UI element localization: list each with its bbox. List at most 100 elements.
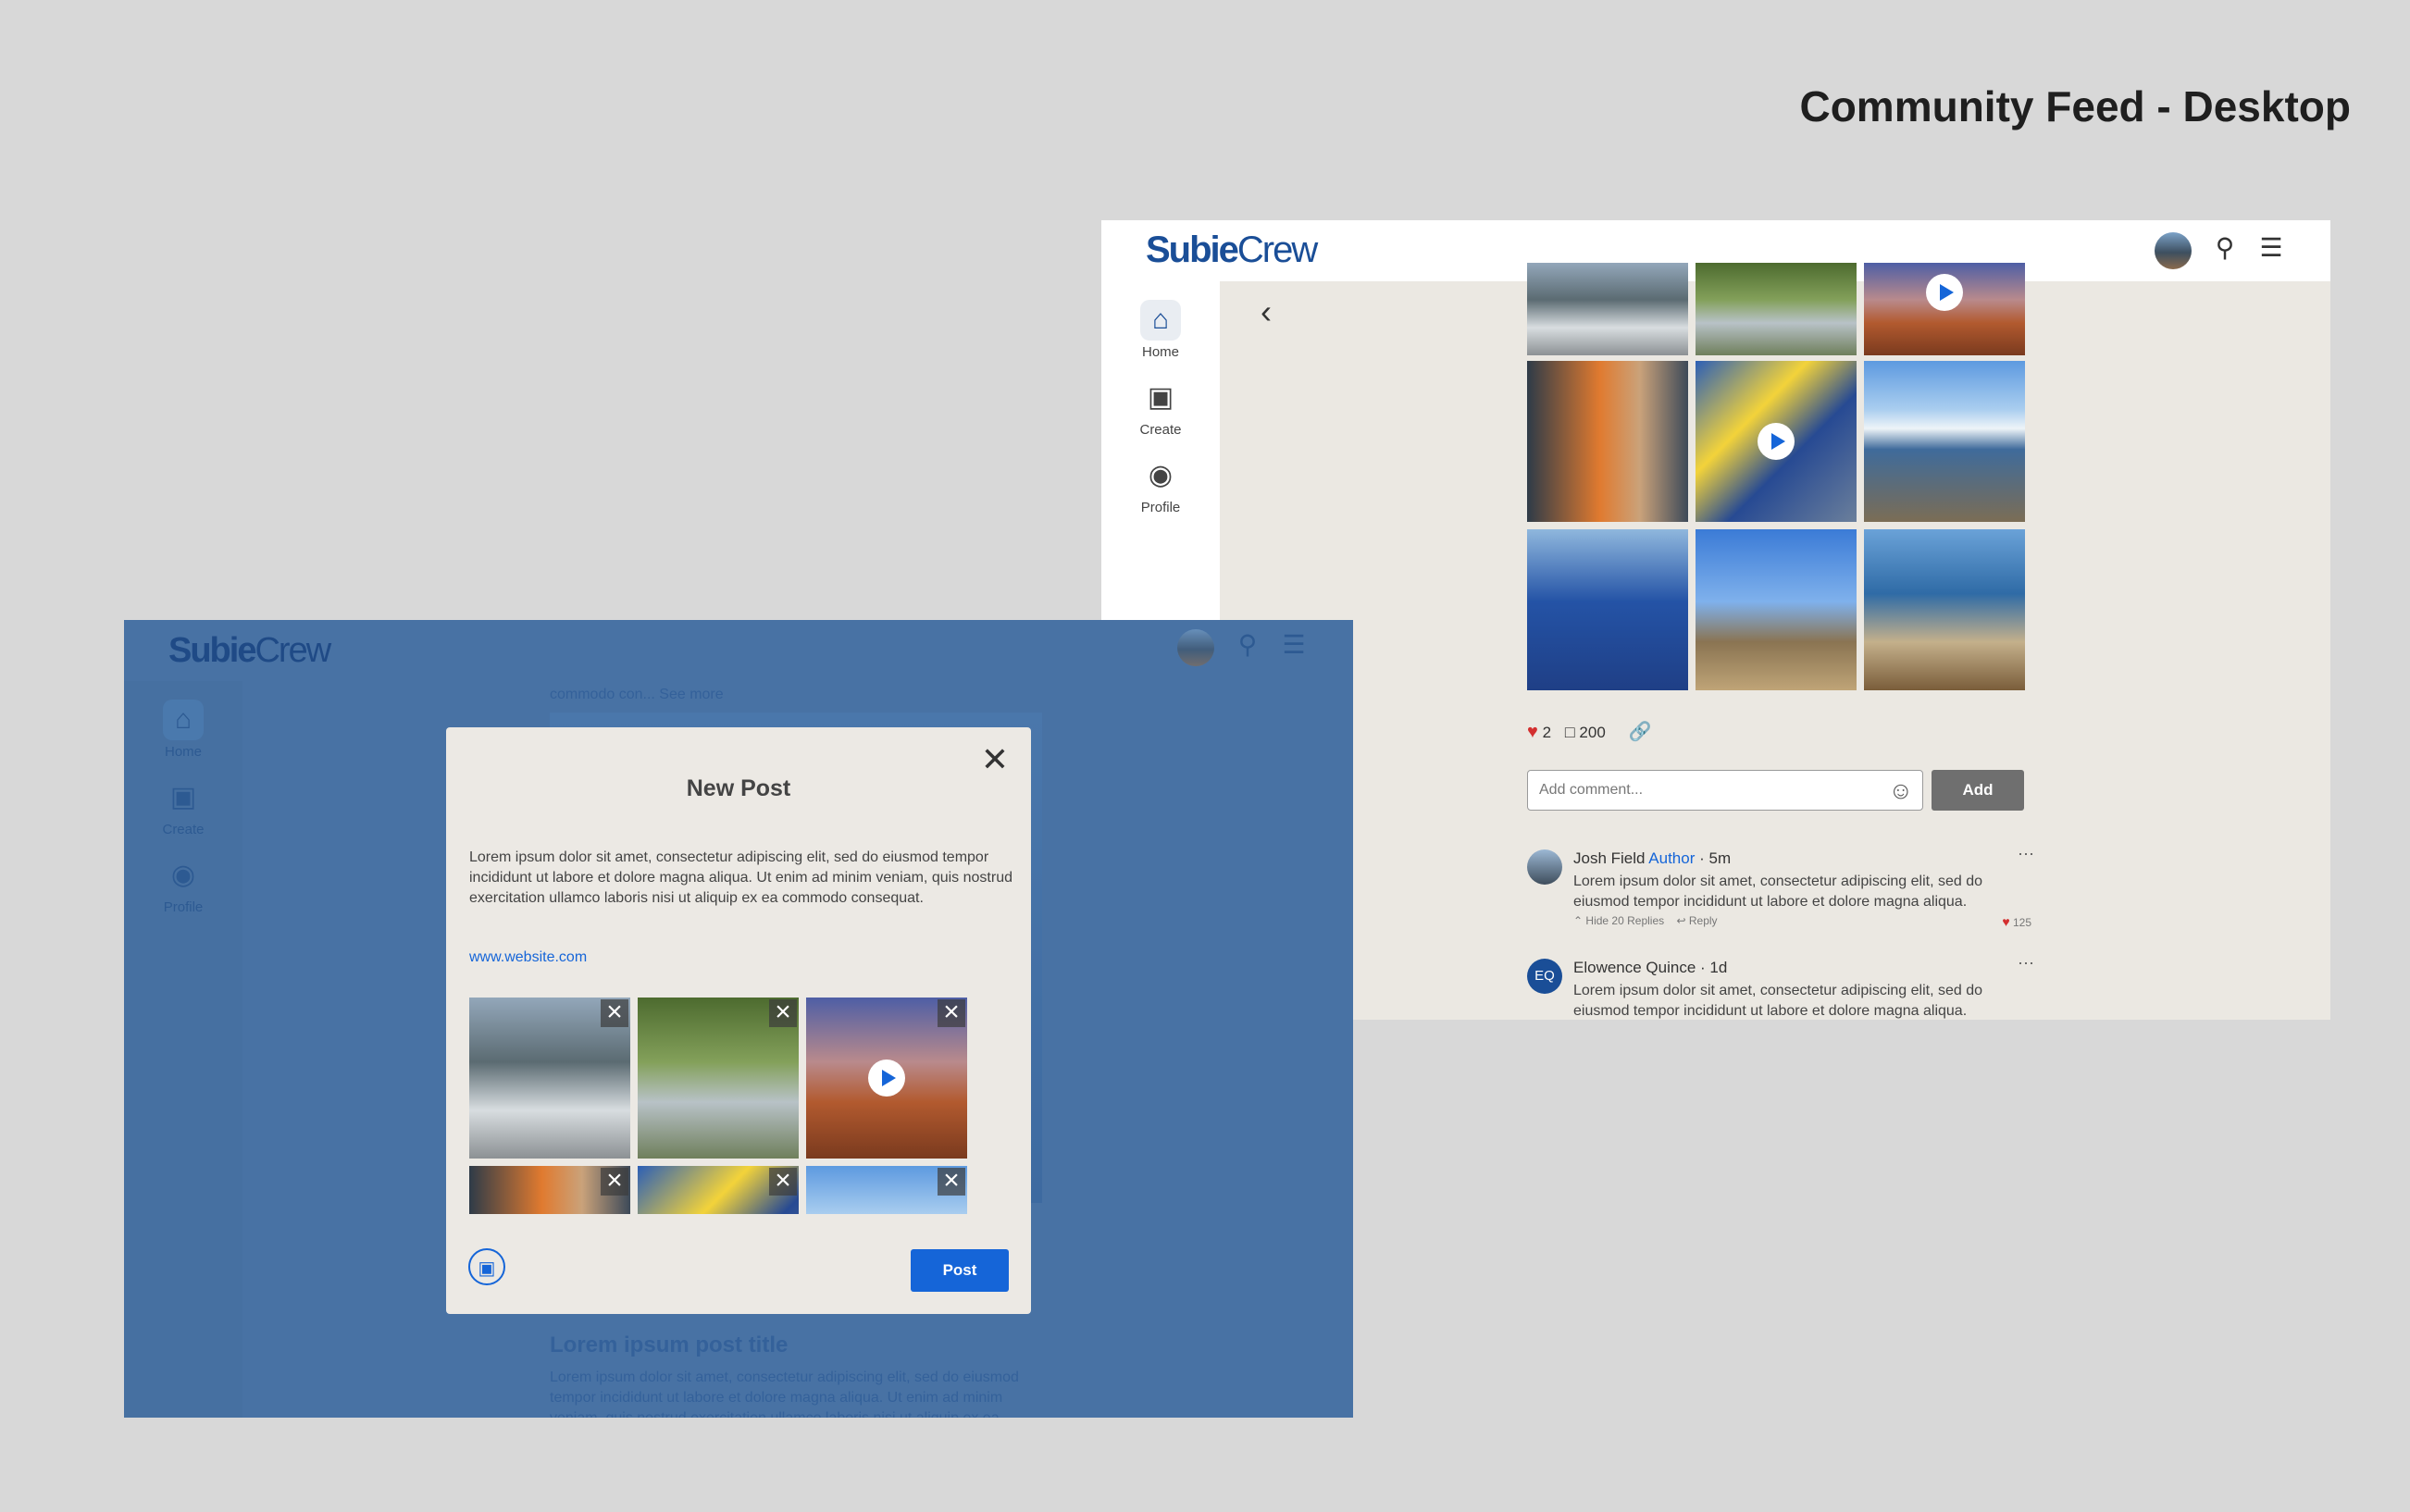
comment-author: Elowence Quince · 1d — [1573, 959, 1727, 977]
home-icon: ⌂ — [163, 700, 204, 740]
nav-profile[interactable]: ◉ Profile — [1101, 455, 1220, 515]
play-icon[interactable] — [1926, 274, 1963, 311]
like-count: 2 — [1542, 724, 1552, 741]
remove-icon[interactable]: × — [938, 1167, 965, 1196]
home-icon: ⌂ — [1140, 300, 1181, 341]
comment-text: Lorem ipsum dolor sit amet, consectetur … — [1573, 983, 1982, 1019]
post-actions: ♥ 2 □ 200 🔗 — [1527, 720, 1651, 743]
comment-time: · 5m — [1699, 849, 1732, 867]
calendar-plus-icon: ▣ — [1147, 382, 1174, 413]
menu-icon[interactable]: ☰ — [2255, 232, 2288, 263]
avatar — [1177, 629, 1214, 666]
background-post-title: Lorem ipsum post title — [550, 1332, 789, 1357]
profile-icon: ◉ — [1148, 460, 1174, 490]
author-name[interactable]: Elowence Quince — [1573, 959, 1696, 976]
comment-item: Josh Field Author · 5m ··· Lorem ipsum d… — [1527, 844, 2034, 942]
remove-icon[interactable]: × — [938, 998, 965, 1027]
avatar[interactable] — [1527, 849, 1562, 885]
comment-like-count: 125 — [2012, 916, 2031, 929]
nav-home-label: Home — [1141, 344, 1179, 360]
nav-home[interactable]: ⌂ Home — [1101, 300, 1220, 360]
video-thumb[interactable] — [1864, 263, 2025, 355]
author-name[interactable]: Josh Field — [1573, 849, 1645, 867]
post-button[interactable]: Post — [911, 1249, 1009, 1292]
logo[interactable]: SubieCrew — [1146, 229, 1318, 271]
nav-create[interactable]: ▣ Create — [1101, 378, 1220, 438]
author-role-badge: Author — [1648, 849, 1696, 867]
more-options-icon[interactable]: ··· — [2018, 844, 2034, 863]
nav-profile: ◉ Profile — [124, 855, 242, 915]
attached-photo[interactable]: × — [469, 998, 630, 1159]
comment-input[interactable]: Add comment... ☺ — [1527, 770, 1923, 811]
logo-bold: Subie — [168, 631, 256, 670]
photo-thumb[interactable] — [1527, 529, 1688, 690]
photo-thumb[interactable] — [1864, 361, 2025, 522]
attached-video[interactable]: × — [806, 998, 967, 1159]
modal-title: New Post — [686, 775, 791, 801]
avatar[interactable]: EQ — [1527, 959, 1562, 994]
photo-thumb[interactable] — [1696, 529, 1857, 690]
new-post-modal: New Post ✕ Lorem ipsum dolor sit amet, c… — [446, 727, 1031, 1314]
logo-light: Crew — [1236, 229, 1318, 270]
attached-media: × × × × × × — [469, 998, 988, 1214]
comment-meta: ⌃ Hide 20 Replies ↩ Reply ♥ 125 — [1573, 914, 2031, 929]
nav-home: ⌂ Home — [124, 700, 242, 760]
search-icon: ⚲ — [1237, 630, 1258, 659]
menu-icon: ☰ — [1282, 630, 1306, 659]
post-link[interactable]: www.website.com — [469, 949, 587, 966]
nav-profile-label: Profile — [1140, 500, 1181, 515]
remove-icon[interactable]: × — [601, 998, 628, 1027]
video-thumb[interactable] — [1696, 361, 1857, 522]
logo-light: Crew — [255, 631, 331, 670]
logo-bold: Subie — [1146, 229, 1239, 270]
close-icon[interactable]: ✕ — [981, 740, 1009, 779]
comment-time: · 1d — [1700, 959, 1728, 976]
nav-create-label: Create — [162, 822, 205, 837]
chevron-up-icon[interactable]: ⌃ — [1573, 914, 1583, 927]
attached-photo[interactable]: × — [806, 1166, 967, 1214]
search-icon[interactable]: ⚲ — [2208, 232, 2242, 263]
remove-icon[interactable]: × — [769, 1167, 797, 1196]
reply-icon[interactable]: ↩ — [1676, 914, 1685, 927]
photo-thumb[interactable] — [1696, 263, 1857, 355]
photo-thumb[interactable] — [1527, 361, 1688, 522]
comment-icon[interactable]: □ — [1565, 723, 1575, 741]
see-more-text: commodo con... See more — [550, 687, 724, 702]
attached-photo[interactable]: × — [638, 998, 799, 1159]
link-icon[interactable]: 🔗 — [1629, 722, 1652, 742]
post-description[interactable]: Lorem ipsum dolor sit amet, consectetur … — [469, 848, 1015, 909]
comment-text: Lorem ipsum dolor sit amet, consectetur … — [1573, 874, 1982, 910]
comment-item: EQ Elowence Quince · 1d ··· Lorem ipsum … — [1527, 953, 2034, 1020]
remove-icon[interactable]: × — [601, 1167, 628, 1196]
hide-replies-link[interactable]: Hide 20 Replies — [1585, 914, 1664, 927]
logo: SubieCrew — [168, 631, 331, 671]
comment-count: 200 — [1579, 724, 1606, 741]
photo-thumb[interactable] — [1527, 263, 1688, 355]
back-chevron-icon[interactable]: ‹ — [1261, 292, 1272, 331]
add-image-icon[interactable]: ▣ — [468, 1248, 505, 1285]
nav-create: ▣ Create — [124, 777, 242, 837]
photo-thumb[interactable] — [1864, 529, 2025, 690]
attached-photo[interactable]: × — [469, 1166, 630, 1214]
heart-icon[interactable]: ♥ — [1527, 722, 1538, 742]
reply-link[interactable]: Reply — [1689, 914, 1718, 927]
calendar-plus-icon: ▣ — [169, 782, 197, 812]
nav-home-label: Home — [164, 744, 202, 760]
nav-create-label: Create — [1139, 422, 1182, 438]
page-title: Community Feed - Desktop — [1799, 82, 2351, 130]
background-post-text: Lorem ipsum dolor sit amet, consectetur … — [550, 1369, 1019, 1418]
sidebar: ⌂ Home ▣ Create ◉ Profile — [124, 681, 242, 1418]
attached-photo[interactable]: × — [638, 1166, 799, 1214]
add-comment-button[interactable]: Add — [1932, 770, 2024, 811]
heart-icon[interactable]: ♥ — [2002, 914, 2009, 929]
comment-author: Josh Field Author · 5m — [1573, 849, 1731, 868]
avatar[interactable] — [2155, 232, 2192, 269]
play-icon[interactable] — [868, 1060, 905, 1097]
emoji-icon[interactable]: ☺ — [1888, 776, 1913, 805]
play-icon[interactable] — [1758, 423, 1795, 460]
comment-placeholder: Add comment... — [1539, 782, 1644, 798]
nav-profile-label: Profile — [163, 899, 204, 915]
profile-icon: ◉ — [170, 860, 196, 890]
remove-icon[interactable]: × — [769, 998, 797, 1027]
more-options-icon[interactable]: ··· — [2018, 953, 2034, 973]
